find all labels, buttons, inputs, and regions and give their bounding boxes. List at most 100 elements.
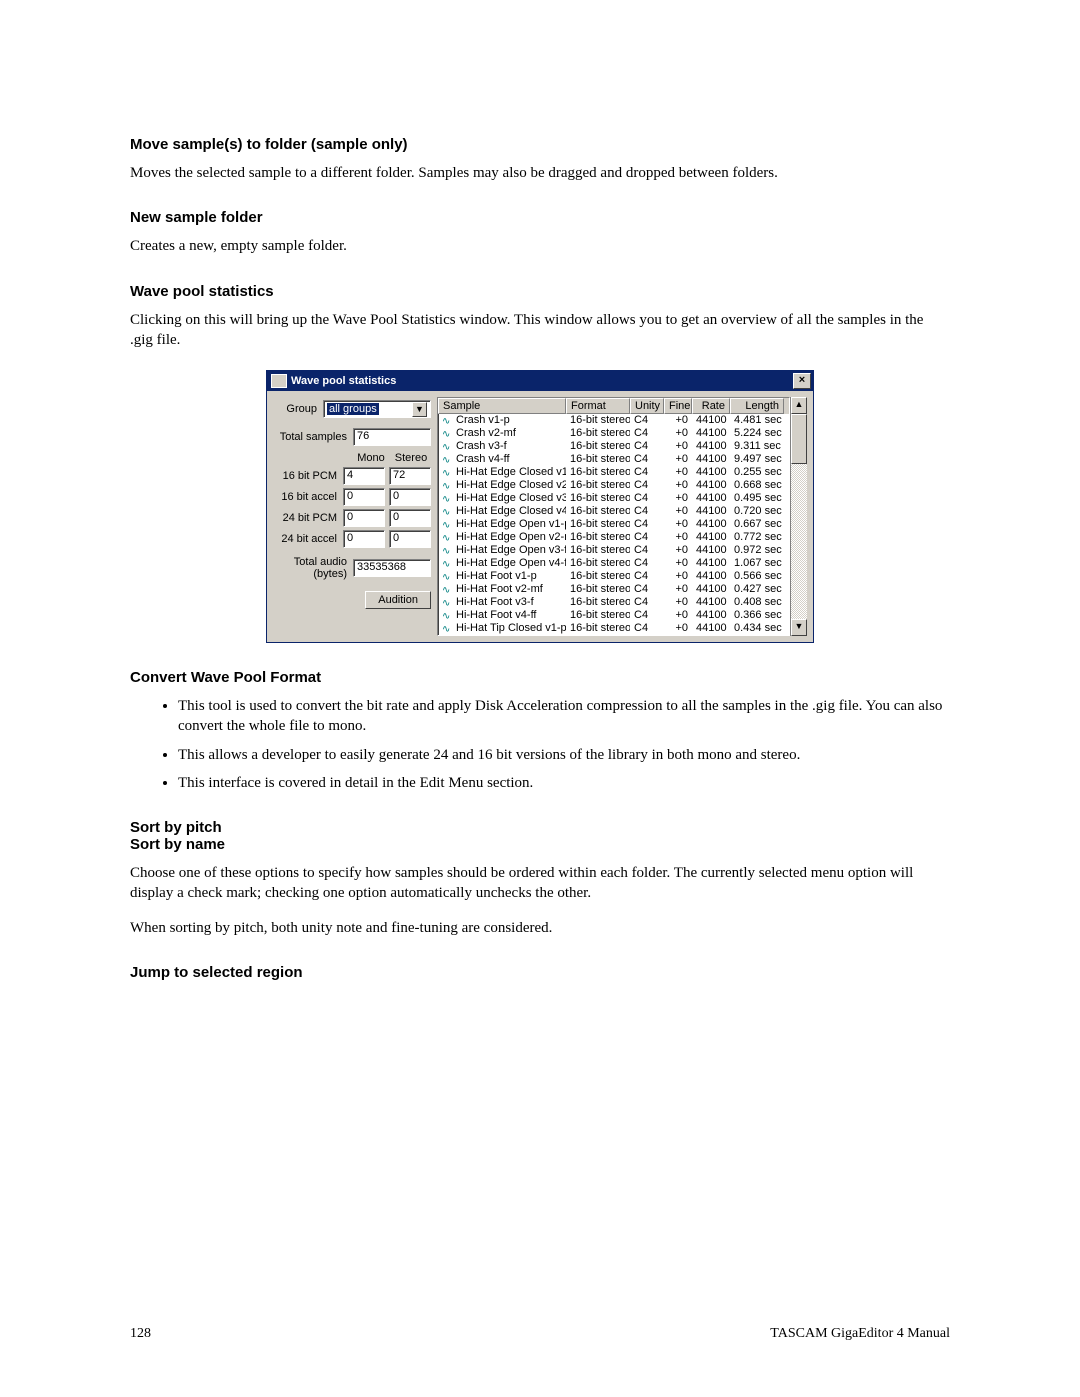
- cell-fine: +0: [664, 570, 692, 583]
- mono-col-label: Mono: [351, 452, 391, 464]
- sample-list-scrollbar[interactable]: ▲ ▼: [790, 397, 807, 636]
- cell-unity: C4: [630, 466, 664, 479]
- cell-format: 16-bit stereo: [566, 414, 630, 427]
- table-row[interactable]: Hi-Hat Foot v4-ff16-bit stereoC4+0441000…: [438, 609, 789, 622]
- cell-fine: +0: [664, 609, 692, 622]
- col-fine[interactable]: Fine: [664, 398, 692, 414]
- wave-icon: [442, 584, 454, 594]
- text-new-folder: Creates a new, empty sample folder.: [130, 236, 950, 256]
- pcm24-mono-value: 0: [343, 509, 385, 527]
- cell-sample: Hi-Hat Foot v4-ff: [456, 609, 537, 621]
- col-rate[interactable]: Rate: [692, 398, 730, 414]
- cell-sample: Hi-Hat Edge Open v1-p: [456, 518, 566, 530]
- cell-format: 16-bit stereo: [566, 505, 630, 518]
- cell-fine: +0: [664, 583, 692, 596]
- table-row[interactable]: Hi-Hat Foot v2-mf16-bit stereoC4+0441000…: [438, 583, 789, 596]
- heading-convert: Convert Wave Pool Format: [130, 669, 950, 686]
- table-row[interactable]: Hi-Hat Tip Closed v1-p16-bit stereoC4+04…: [438, 622, 789, 635]
- cell-sample: Hi-Hat Edge Closed v3-f: [456, 492, 566, 504]
- cell-unity: C4: [630, 479, 664, 492]
- text-sort-desc: Choose one of these options to specify h…: [130, 863, 950, 904]
- table-row[interactable]: Crash v4-ff16-bit stereoC4+0441009.497 s…: [438, 453, 789, 466]
- col-length[interactable]: Length: [730, 398, 784, 414]
- cell-fine: +0: [664, 466, 692, 479]
- convert-item: This allows a developer to easily genera…: [178, 745, 950, 765]
- pcm24-stereo-value: 0: [389, 509, 431, 527]
- cell-format: 16-bit stereo: [566, 492, 630, 505]
- dialog-titlebar[interactable]: Wave pool statistics ×: [267, 371, 813, 391]
- cell-length: 0.255 sec: [730, 466, 784, 479]
- cell-fine: +0: [664, 596, 692, 609]
- cell-length: 9.311 sec: [730, 440, 784, 453]
- heading-jump: Jump to selected region: [130, 964, 950, 981]
- stereo-col-label: Stereo: [391, 452, 431, 464]
- table-row[interactable]: Hi-Hat Edge Closed v3-f16-bit stereoC4+0…: [438, 492, 789, 505]
- wave-icon: [442, 454, 454, 464]
- pcm16-mono-value: 4: [343, 467, 385, 485]
- table-row[interactable]: Hi-Hat Edge Open v2-mf16-bit stereoC4+04…: [438, 531, 789, 544]
- wave-icon: [442, 428, 454, 438]
- wave-icon: [442, 415, 454, 425]
- cell-fine: +0: [664, 492, 692, 505]
- audition-button[interactable]: Audition: [365, 591, 431, 609]
- cell-format: 16-bit stereo: [566, 427, 630, 440]
- cell-length: 4.481 sec: [730, 414, 784, 427]
- cell-unity: C4: [630, 453, 664, 466]
- cell-sample: Crash v3-f: [456, 440, 507, 452]
- page-number: 128: [130, 1326, 151, 1342]
- table-row[interactable]: Hi-Hat Edge Closed v2-mf16-bit stereoC4+…: [438, 479, 789, 492]
- cell-sample: Hi-Hat Edge Closed v2-mf: [456, 479, 566, 491]
- sample-list[interactable]: Sample Format Unity Fine Rate Length Cra…: [437, 397, 790, 636]
- group-dropdown[interactable]: all groups ▼: [323, 400, 431, 418]
- cell-sample: Crash v4-ff: [456, 453, 510, 465]
- table-row[interactable]: Hi-Hat Edge Open v1-p16-bit stereoC4+044…: [438, 518, 789, 531]
- cell-format: 16-bit stereo: [566, 609, 630, 622]
- convert-item: This interface is covered in detail in t…: [178, 773, 950, 793]
- table-row[interactable]: Crash v1-p16-bit stereoC4+0441004.481 se…: [438, 414, 789, 427]
- col-sample[interactable]: Sample: [438, 398, 566, 414]
- chevron-down-icon[interactable]: ▼: [412, 402, 427, 417]
- heading-move-samples: Move sample(s) to folder (sample only): [130, 136, 950, 153]
- cell-unity: C4: [630, 505, 664, 518]
- cell-fine: +0: [664, 505, 692, 518]
- scroll-down-icon[interactable]: ▼: [791, 619, 807, 636]
- cell-unity: C4: [630, 570, 664, 583]
- pcm16-stereo-value: 72: [389, 467, 431, 485]
- wave-icon: [442, 623, 454, 633]
- scroll-track[interactable]: [791, 414, 807, 619]
- cell-rate: 44100: [692, 505, 730, 518]
- table-row[interactable]: Hi-Hat Foot v3-f16-bit stereoC4+0441000.…: [438, 596, 789, 609]
- scroll-thumb[interactable]: [791, 414, 807, 464]
- text-sort-pitch-note: When sorting by pitch, both unity note a…: [130, 918, 950, 938]
- table-row[interactable]: Hi-Hat Edge Closed v1-p16-bit stereoC4+0…: [438, 466, 789, 479]
- close-button[interactable]: ×: [793, 373, 811, 389]
- cell-format: 16-bit stereo: [566, 466, 630, 479]
- wave-icon: [442, 480, 454, 490]
- wave-icon: [442, 532, 454, 542]
- group-dropdown-value: all groups: [327, 403, 379, 415]
- table-row[interactable]: Crash v2-mf16-bit stereoC4+0441005.224 s…: [438, 427, 789, 440]
- cell-format: 16-bit stereo: [566, 596, 630, 609]
- cell-unity: C4: [630, 427, 664, 440]
- cell-format: 16-bit stereo: [566, 440, 630, 453]
- table-row[interactable]: Hi-Hat Edge Open v4-ff16-bit stereoC4+04…: [438, 557, 789, 570]
- cell-rate: 44100: [692, 583, 730, 596]
- pcm24-label: 24 bit PCM: [273, 512, 343, 524]
- scroll-up-icon[interactable]: ▲: [791, 397, 807, 414]
- table-row[interactable]: Crash v3-f16-bit stereoC4+0441009.311 se…: [438, 440, 789, 453]
- cell-sample: Crash v1-p: [456, 414, 510, 426]
- col-format[interactable]: Format: [566, 398, 630, 414]
- table-row[interactable]: Hi-Hat Edge Closed v4-ff16-bit stereoC4+…: [438, 505, 789, 518]
- convert-bullet-list: This tool is used to convert the bit rat…: [130, 696, 950, 793]
- cell-rate: 44100: [692, 453, 730, 466]
- cell-length: 0.366 sec: [730, 609, 784, 622]
- col-unity[interactable]: Unity: [630, 398, 664, 414]
- cell-fine: +0: [664, 414, 692, 427]
- wavepool-statistics-dialog: Wave pool statistics × Group all groups …: [266, 370, 814, 643]
- table-row[interactable]: Hi-Hat Foot v1-p16-bit stereoC4+0441000.…: [438, 570, 789, 583]
- cell-fine: +0: [664, 479, 692, 492]
- table-row[interactable]: Hi-Hat Edge Open v3-f16-bit stereoC4+044…: [438, 544, 789, 557]
- cell-length: 1.067 sec: [730, 557, 784, 570]
- cell-rate: 44100: [692, 609, 730, 622]
- cell-length: 0.972 sec: [730, 544, 784, 557]
